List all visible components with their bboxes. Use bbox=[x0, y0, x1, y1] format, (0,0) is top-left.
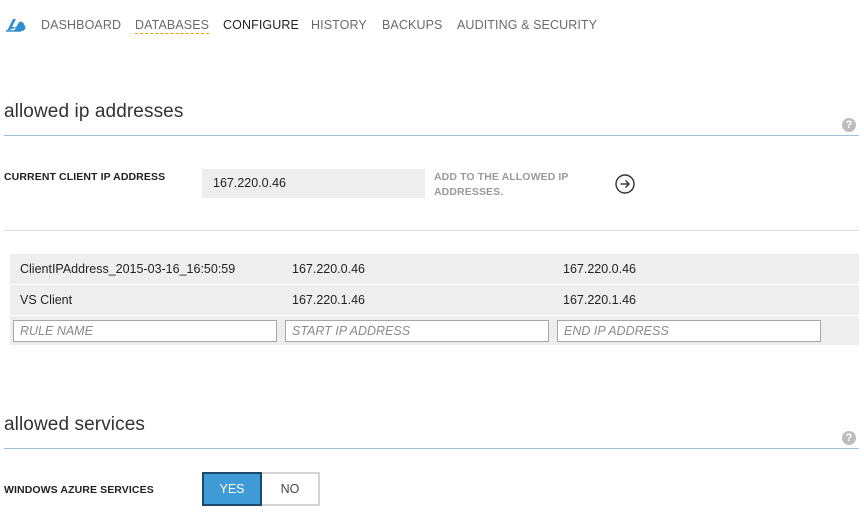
tab-databases[interactable]: DATABASES bbox=[135, 18, 210, 34]
tab-backups[interactable]: BACKUPS bbox=[382, 18, 442, 32]
windows-azure-services-toggle: YES NO bbox=[202, 472, 320, 506]
rule-end-ip: 167.220.1.46 bbox=[563, 293, 636, 307]
start-ip-input[interactable] bbox=[285, 320, 549, 342]
table-row[interactable]: VS Client 167.220.1.46 167.220.1.46 bbox=[10, 285, 859, 315]
current-client-ip-label: CURRENT CLIENT IP ADDRESS bbox=[4, 171, 166, 183]
new-rule-row bbox=[10, 316, 859, 345]
table-row[interactable]: ClientIPAddress_2015-03-16_16:50:59 167.… bbox=[10, 254, 859, 284]
top-nav: DASHBOARD DATABASES CONFIGURE HISTORY BA… bbox=[0, 0, 864, 52]
divider bbox=[4, 230, 859, 231]
tab-configure[interactable]: CONFIGURE bbox=[223, 18, 299, 32]
rule-name: VS Client bbox=[20, 293, 73, 307]
allowed-services-section-title: allowed services bbox=[4, 414, 145, 435]
azure-cloud-icon[interactable] bbox=[4, 17, 26, 33]
end-ip-input[interactable] bbox=[557, 320, 821, 342]
rule-name: ClientIPAddress_2015-03-16_16:50:59 bbox=[20, 262, 236, 276]
question-mark-icon[interactable]: ? bbox=[842, 431, 856, 445]
circle-arrow-right-icon[interactable] bbox=[614, 173, 636, 195]
rule-start-ip: 167.220.0.46 bbox=[292, 262, 365, 276]
no-button[interactable]: NO bbox=[262, 474, 318, 504]
section-divider bbox=[4, 448, 859, 449]
rule-start-ip: 167.220.1.46 bbox=[292, 293, 365, 307]
rule-end-ip: 167.220.0.46 bbox=[563, 262, 636, 276]
rule-name-input[interactable] bbox=[13, 320, 277, 342]
current-client-ip-value: 167.220.0.46 bbox=[202, 169, 425, 198]
add-to-allowed-ip-link[interactable]: ADD TO THE ALLOWED IP ADDRESSES. bbox=[434, 170, 594, 200]
tab-auditing-security[interactable]: AUDITING & SECURITY bbox=[457, 18, 597, 32]
tab-history[interactable]: HISTORY bbox=[311, 18, 367, 32]
question-mark-icon[interactable]: ? bbox=[842, 118, 856, 132]
allowed-ip-section-title: allowed ip addresses bbox=[4, 101, 184, 122]
windows-azure-services-label: WINDOWS AZURE SERVICES bbox=[4, 484, 154, 496]
yes-button[interactable]: YES bbox=[202, 472, 262, 506]
section-divider bbox=[4, 135, 859, 136]
tab-dashboard[interactable]: DASHBOARD bbox=[41, 18, 121, 32]
